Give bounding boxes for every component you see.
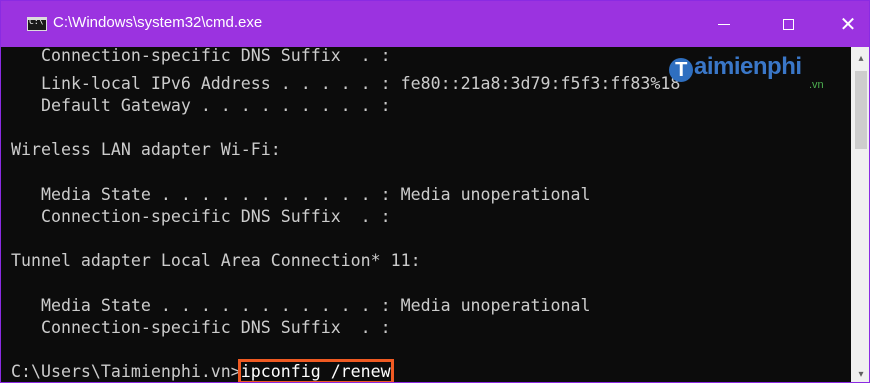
- cmd-icon[interactable]: [27, 17, 47, 31]
- console-line: Link-local IPv6 Address . . . . . : fe80…: [11, 74, 681, 93]
- logo-text: aimienphi: [694, 53, 802, 80]
- maximize-button[interactable]: [765, 1, 811, 47]
- console-line: Tunnel adapter Local Area Connection* 11…: [11, 251, 421, 270]
- command-line[interactable]: C:\Users\Taimienphi.vn>ipconfig /renew: [11, 359, 394, 382]
- maximize-icon: [782, 18, 794, 30]
- console-line: Connection-specific DNS Suffix . :: [11, 207, 391, 226]
- console-line: Media State . . . . . . . . . . . : Medi…: [11, 185, 591, 204]
- console-output[interactable]: Connection-specific DNS Suffix . : Link-…: [1, 47, 851, 382]
- scrollbar-thumb[interactable]: [855, 71, 867, 149]
- window-title: C:\Windows\system32\cmd.exe: [53, 14, 263, 31]
- console-line: Default Gateway . . . . . . . . . :: [11, 96, 391, 115]
- title-bar[interactable]: C:\Windows\system32\cmd.exe ✕: [1, 1, 869, 47]
- cmd-window: C:\Windows\system32\cmd.exe ✕ Connection…: [0, 0, 870, 383]
- scroll-down-icon[interactable]: ▾: [851, 365, 869, 382]
- command-prompt: C:\Users\Taimienphi.vn>: [11, 362, 241, 381]
- console-line: Connection-specific DNS Suffix . :: [11, 47, 391, 65]
- highlighted-command[interactable]: ipconfig /renew: [237, 359, 394, 382]
- minimize-icon: [718, 23, 730, 25]
- taimienphi-logo: Taimienphi: [669, 53, 802, 82]
- close-button[interactable]: ✕: [825, 1, 869, 47]
- console-line: Wireless LAN adapter Wi-Fi:: [11, 140, 281, 159]
- console-line: Media State . . . . . . . . . . . : Medi…: [11, 296, 591, 315]
- minimize-button[interactable]: [701, 1, 747, 47]
- console-line: Connection-specific DNS Suffix . :: [11, 318, 391, 337]
- close-icon: ✕: [839, 12, 857, 36]
- scroll-up-icon[interactable]: ▴: [851, 49, 869, 67]
- logo-suffix: .vn: [809, 79, 824, 91]
- vertical-scrollbar[interactable]: ▴ ▾: [851, 47, 869, 382]
- logo-letter: T: [669, 58, 693, 82]
